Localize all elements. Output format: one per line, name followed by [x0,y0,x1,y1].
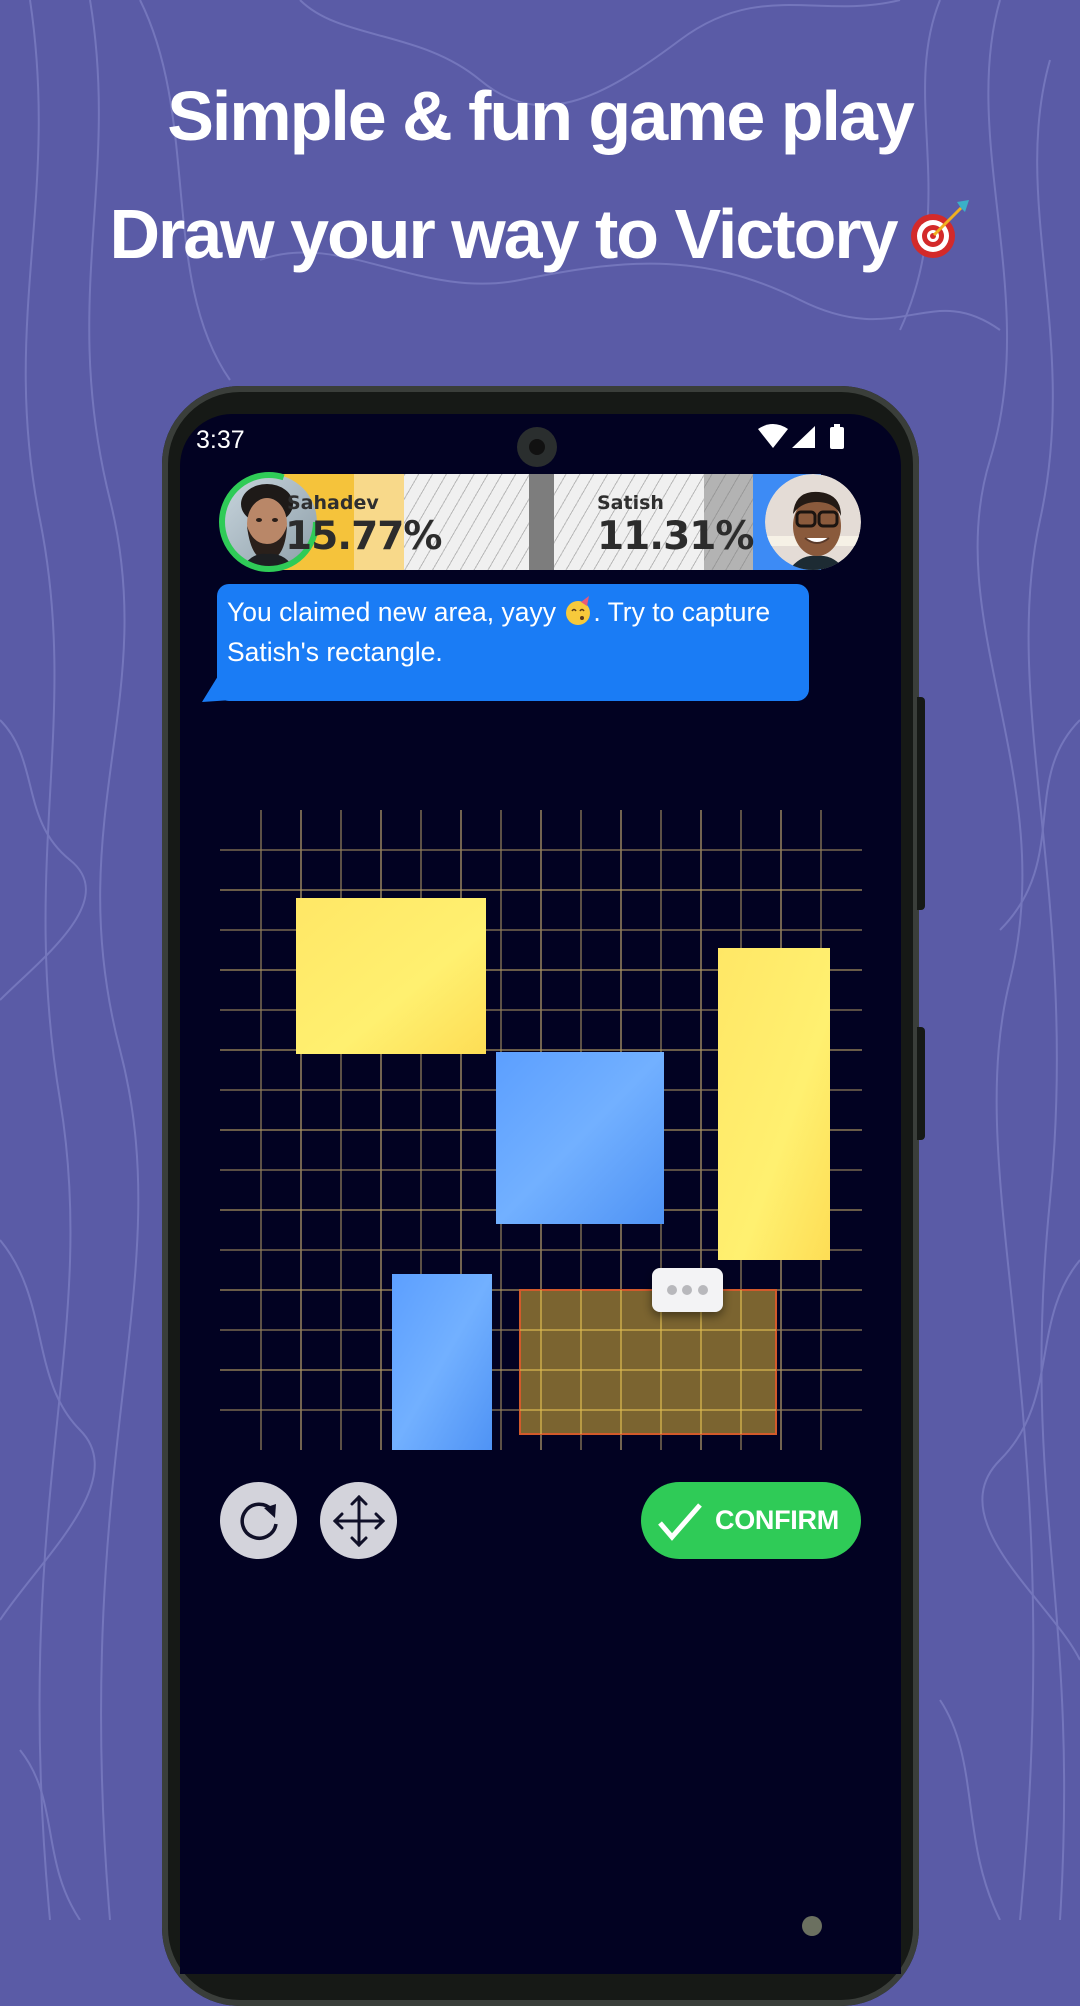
center-divider [529,474,554,570]
promo-headline-1: Simple & fun game play [167,77,915,155]
more-dot-icon [682,1285,692,1295]
player_2-rectangle[interactable] [392,1274,492,1450]
move-button[interactable] [320,1482,397,1559]
partying-face-icon [566,596,591,625]
player-1-percent: 15.77% [285,514,442,559]
game-board[interactable] [220,810,862,1452]
confirm-label: CONFIRM [715,1505,839,1535]
phone-volume-button [917,697,925,910]
wifi-icon [758,424,788,448]
refresh-button[interactable] [220,1482,297,1559]
refresh-icon [239,1501,278,1540]
player-1-name: Sahadev [287,492,379,514]
move-arrows-icon [332,1494,385,1547]
player_1-rectangle[interactable] [296,898,486,1054]
player_2-rectangle[interactable] [496,1052,664,1224]
pending-selection-rectangle[interactable] [519,1289,777,1435]
player-2-name: Satish [597,492,664,514]
navigation-handle[interactable] [802,1916,822,1936]
more-options-menu[interactable] [652,1268,723,1312]
status-time: 3:37 [196,426,245,454]
direct-hit-target-icon [910,200,969,258]
cellular-signal-icon [792,426,815,448]
battery-icon [830,427,844,449]
promo-headline-2-text: Draw your way to Victory [109,195,898,273]
player_1-rectangle[interactable] [718,948,830,1260]
confirm-button[interactable]: CONFIRM [641,1482,861,1559]
player-2-percent: 11.31% [597,514,754,559]
phone-screen: 3:37 Sahadev 15.77% Satish 11.31% You cl… [180,414,901,1974]
front-camera [517,427,557,467]
player-2-avatar[interactable] [765,474,861,570]
phone-power-button [917,1027,925,1140]
status-icons [758,424,844,449]
message-text-part-1: You claimed new area, yayy [227,597,564,627]
scoreboard: Sahadev 15.77% Satish 11.31% [219,472,861,572]
promo-headline-2: Draw your way to Victory [0,194,1080,274]
message-bubble: You claimed new area, yayy . Try to capt… [217,584,809,701]
more-dot-icon [698,1285,708,1295]
more-dot-icon [667,1285,677,1295]
checkmark-icon [658,1502,702,1541]
